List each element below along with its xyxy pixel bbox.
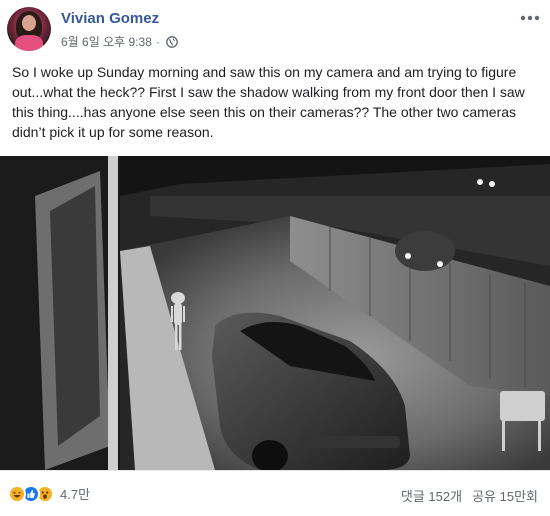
- avatar-shirt: [15, 35, 43, 51]
- security-camera-photo[interactable]: [0, 156, 550, 470]
- share-count[interactable]: 공유 15만회: [472, 486, 538, 505]
- meta-separator: ·: [155, 34, 160, 49]
- globe-icon[interactable]: [166, 35, 178, 48]
- author-name[interactable]: Vivian Gomez: [61, 10, 159, 27]
- avatar[interactable]: [7, 7, 51, 51]
- comment-count[interactable]: 댓글 152개: [401, 486, 462, 505]
- more-options-icon[interactable]: [518, 12, 542, 24]
- reactions-summary[interactable]: 4.7만: [8, 484, 90, 503]
- haha-reaction-icon: [8, 484, 26, 503]
- post-header: Vivian Gomez 6월 6일 오후 9:38 ·: [0, 0, 550, 58]
- facebook-post: Vivian Gomez 6월 6일 오후 9:38 · So I woke u…: [0, 0, 550, 516]
- reaction-count[interactable]: 4.7만: [60, 484, 90, 503]
- post-footer: 4.7만 댓글 152개 공유 15만회: [0, 470, 550, 516]
- post-stats: 댓글 152개 공유 15만회: [391, 486, 538, 505]
- post-text: So I woke up Sunday morning and saw this…: [12, 64, 525, 140]
- avatar-face: [22, 15, 36, 31]
- post-meta: 6월 6일 오후 9:38 ·: [61, 33, 178, 50]
- post-timestamp[interactable]: 6월 6일 오후 9:38: [61, 33, 152, 50]
